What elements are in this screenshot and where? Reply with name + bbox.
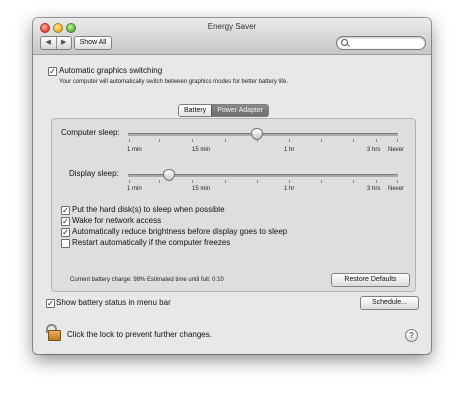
reduce-brightness-label: Automatically reduce brightness before d… [72,227,288,236]
tick [159,139,160,142]
hard-disk-sleep-checkbox[interactable]: ✓ [61,206,70,215]
tab-power-adapter[interactable]: Power Adapter [211,105,269,116]
tick [321,139,322,142]
tick-label: 1 hr [284,186,295,192]
checkmark-icon: ✓ [62,217,69,226]
magnifier-icon [341,39,348,46]
tick [225,180,226,183]
auto-graphics-label: Automatic graphics switching [59,66,163,75]
search-field[interactable] [336,36,426,50]
battery-status-text: Current battery charge: 98% Estimated ti… [70,277,224,283]
tick-label: 3 hrs [367,186,381,192]
tab-bar: Battery Power Adapter [178,104,270,117]
tick-label: 1 min [127,186,142,192]
back-arrow-icon[interactable]: ◀ [41,37,57,49]
tick-label: Never [388,186,405,192]
energy-saver-window: Energy Saver ◀ ▶ Show All ✓ Automatic gr… [33,18,431,354]
tick [397,139,398,142]
forward-arrow-icon[interactable]: ▶ [57,37,72,49]
tick [321,180,322,183]
hard-disk-sleep-label: Put the hard disk(s) to sleep when possi… [72,205,225,214]
tick [353,180,354,183]
checkmark-icon: ✓ [47,299,54,308]
tick-label: 1 hr [284,147,295,153]
back-forward-control: ◀ ▶ [40,36,72,50]
tick-label: 1 min [127,147,142,153]
checkmark-icon: ✓ [62,206,69,215]
wake-network-label: Wake for network access [72,216,162,225]
tab-battery[interactable]: Battery [179,105,212,116]
title-bar: Energy Saver ◀ ▶ Show All [33,18,431,55]
schedule-button[interactable]: Schedule... [360,296,419,310]
battery-menu-label: Show battery status in menu bar [56,298,171,307]
tick [289,139,290,142]
tick-label: 15 min [192,147,211,153]
tick [192,139,193,142]
battery-menu-checkbox[interactable]: ✓ [46,299,55,308]
tick-label: 3 hrs [367,147,381,153]
tick [289,180,290,183]
tick [129,139,130,142]
checkmark-icon: ✓ [62,228,69,237]
tick [397,180,398,183]
restore-defaults-button[interactable]: Restore Defaults [331,273,410,287]
tick-label: 15 min [192,186,211,192]
computer-sleep-label: Computer sleep: [61,128,120,137]
wake-network-checkbox[interactable]: ✓ [61,217,70,226]
tick [257,180,258,183]
checkmark-icon: ✓ [49,67,56,76]
search-input[interactable] [350,38,422,47]
tick [159,180,160,183]
window-title: Energy Saver [207,22,257,31]
reduce-brightness-checkbox[interactable]: ✓ [61,228,70,237]
tick [192,180,193,183]
show-all-button[interactable]: Show All [74,36,112,50]
lock-icon[interactable] [45,324,61,341]
computer-sleep-track[interactable] [128,133,398,136]
auto-graphics-checkbox[interactable]: ✓ [48,67,57,76]
restart-freeze-label: Restart automatically if the computer fr… [72,238,231,247]
help-button[interactable]: ? [405,329,418,342]
tick [225,139,226,142]
tick-label: Never [388,147,405,153]
display-sleep-label: Display sleep: [69,169,119,178]
lock-text: Click the lock to prevent further change… [67,330,212,339]
tick [376,139,377,142]
tick [353,139,354,142]
auto-graphics-description: Your computer will automatically switch … [59,79,288,85]
tick [376,180,377,183]
restart-freeze-checkbox[interactable] [61,239,70,248]
tick [129,180,130,183]
